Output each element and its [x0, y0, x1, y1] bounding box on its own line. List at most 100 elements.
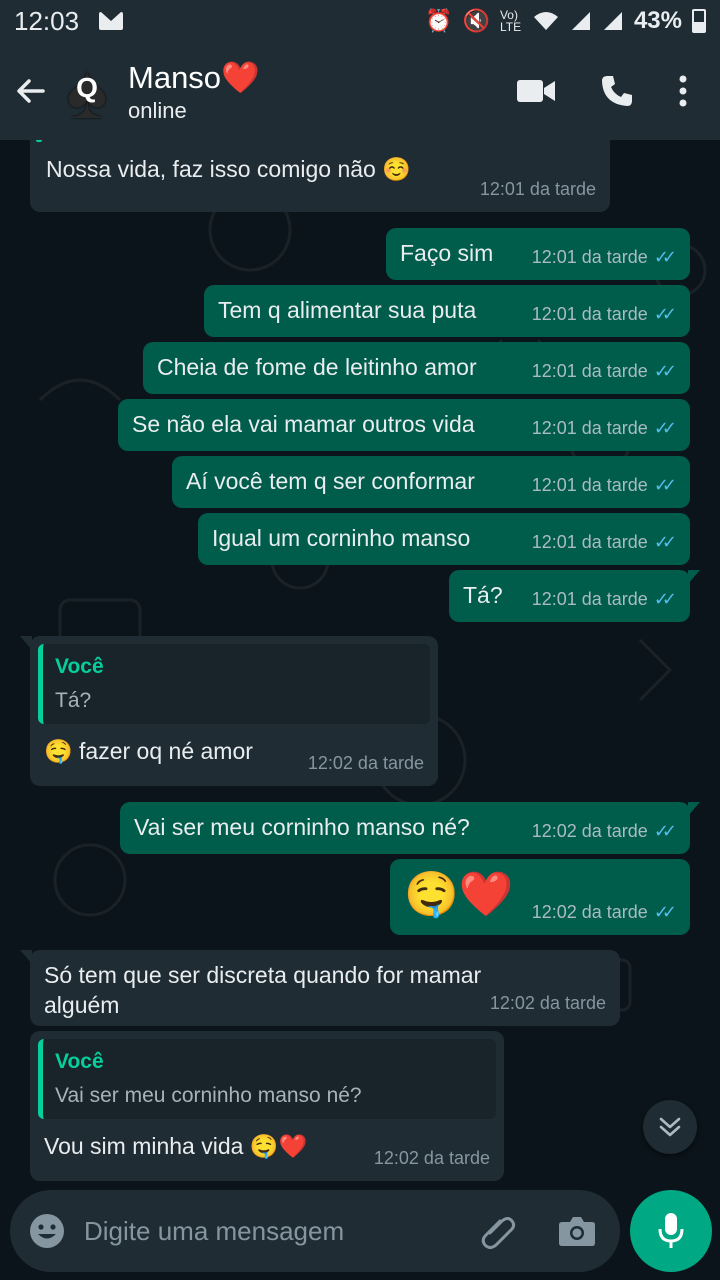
- camera-icon[interactable]: [558, 1215, 596, 1247]
- read-ticks-icon: ✓✓: [653, 821, 677, 841]
- contact-name: Manso❤️: [128, 59, 260, 95]
- back-button[interactable]: [6, 66, 56, 116]
- message-meta: 12:02 da tarde ✓✓: [531, 816, 677, 846]
- message-meta: 12:01 da tarde: [480, 174, 596, 204]
- mute-icon: 🔇: [462, 8, 490, 33]
- message-meta: 12:02 da tarde ✓✓: [531, 897, 677, 927]
- message-text: Tem q alimentar sua puta: [218, 297, 477, 323]
- message-time: 12:02 da tarde: [307, 753, 424, 773]
- chat-header: ♠ Q Manso❤️ online: [0, 42, 720, 140]
- message-text-line-1: Só tem que ser discreta quando for mamar: [44, 962, 482, 988]
- message-incoming[interactable]: Você Vai ser meu corninho manso né? Vou …: [30, 1031, 504, 1181]
- message-time: 12:02 da tarde: [373, 1148, 490, 1168]
- message-outgoing[interactable]: Se não ela vai mamar outros vida 12:01 d…: [118, 399, 690, 451]
- message-time: 12:02 da tarde: [531, 821, 648, 841]
- arrow-left-icon: [17, 79, 45, 103]
- chat-area[interactable]: Nossa vida, faz isso comigo não ☺️ 12:01…: [0, 140, 720, 1190]
- quote-text: Vai ser meu corninho manso né?: [55, 1084, 362, 1107]
- message-text: Igual um corninho manso: [212, 525, 471, 551]
- read-ticks-icon: ✓✓: [653, 589, 677, 609]
- message-meta: 12:01 da tarde ✓✓: [532, 527, 677, 557]
- message-outgoing[interactable]: Faço sim 12:01 da tarde ✓✓: [386, 228, 690, 280]
- more-vertical-icon[interactable]: [678, 75, 688, 107]
- message-meta: 12:01 da tarde ✓✓: [531, 299, 677, 329]
- message-input[interactable]: [84, 1215, 478, 1247]
- reply-quote[interactable]: Você Vai ser meu corninho manso né?: [38, 1039, 496, 1119]
- avatar-letter: Q: [76, 72, 98, 103]
- volte-icon: Vo) LTE: [499, 8, 522, 34]
- message-text: Faço sim: [400, 240, 494, 266]
- wifi-icon: [533, 12, 558, 30]
- microphone-icon: [658, 1213, 684, 1248]
- video-camera-icon[interactable]: [516, 77, 556, 105]
- message-meta: 12:01 da tarde ✓✓: [531, 356, 677, 386]
- message-meta: 12:01 da tarde ✓✓: [531, 584, 677, 614]
- message-incoming[interactable]: Você Tá? 🤤 fazer oq né amor 12:02 da tar…: [20, 636, 438, 786]
- contact-status: online: [128, 97, 187, 123]
- message-composer: [10, 1190, 620, 1272]
- message-outgoing[interactable]: Aí você tem q ser conformar 12:01 da tar…: [172, 456, 690, 508]
- message-time: 12:01 da tarde: [531, 475, 648, 495]
- message-meta: 12:02 da tarde: [308, 748, 424, 778]
- message-incoming[interactable]: Nossa vida, faz isso comigo não ☺️ 12:01…: [30, 140, 610, 212]
- quote-author: Você: [55, 1050, 104, 1073]
- read-ticks-icon: ✓✓: [653, 247, 677, 267]
- message-time: 12:01 da tarde: [531, 304, 648, 324]
- message-meta: 12:01 da tarde ✓✓: [531, 470, 677, 500]
- message-time: 12:01 da tarde: [531, 361, 648, 381]
- status-icons: ⏰ 🔇 Vo) LTE 43%: [425, 7, 706, 35]
- message-text: Nossa vida, faz isso comigo não ☺️: [46, 156, 411, 182]
- read-ticks-icon: ✓✓: [653, 475, 677, 495]
- read-ticks-icon: ✓✓: [653, 418, 677, 438]
- battery-percent: 43%: [633, 7, 682, 34]
- quote-bar: [36, 140, 42, 142]
- read-ticks-icon: ✓✓: [653, 304, 677, 324]
- message-meta: 12:02 da tarde: [374, 1143, 490, 1173]
- message-outgoing[interactable]: Tá? 12:01 da tarde ✓✓: [449, 570, 700, 622]
- double-chevron-down-icon: [659, 1117, 681, 1137]
- scroll-to-bottom-button[interactable]: [643, 1100, 697, 1154]
- contact-info[interactable]: Manso❤️ online: [128, 59, 260, 124]
- message-text: Vai ser meu corninho manso né?: [134, 814, 470, 840]
- message-meta: 12:01 da tarde ✓✓: [531, 413, 677, 443]
- message-outgoing[interactable]: 🤤❤️ 12:02 da tarde ✓✓: [390, 859, 690, 935]
- phone-icon[interactable]: [600, 74, 634, 108]
- quote-author: Você: [55, 655, 104, 678]
- message-outgoing[interactable]: Tem q alimentar sua puta 12:01 da tarde ✓…: [204, 285, 690, 337]
- composer-actions: [478, 1211, 596, 1251]
- signal-icon: [571, 12, 590, 30]
- message-outgoing[interactable]: Vai ser meu corninho manso né? 12:02 da …: [120, 802, 700, 854]
- message-time: 12:02 da tarde: [489, 993, 606, 1013]
- message-text: Cheia de fome de leitinho amor: [157, 354, 477, 380]
- message-time: 12:01 da tarde: [479, 179, 596, 199]
- status-bar: 12:03 ⏰ 🔇 Vo) LTE 43%: [0, 0, 720, 42]
- message-time: 12:01 da tarde: [531, 247, 648, 267]
- message-text: Tá?: [463, 582, 503, 608]
- message-meta: 12:02 da tarde: [490, 988, 606, 1018]
- mail-notification-icon: [99, 12, 124, 30]
- signal-icon-2: [603, 12, 622, 30]
- message-outgoing[interactable]: Cheia de fome de leitinho amor 12:01 da …: [143, 342, 690, 394]
- avatar[interactable]: ♠ Q: [50, 52, 124, 130]
- emoji-icon[interactable]: [28, 1212, 66, 1250]
- paperclip-icon[interactable]: [478, 1211, 518, 1251]
- battery-icon: [692, 9, 706, 33]
- alarm-icon: ⏰: [425, 8, 453, 33]
- header-actions: [516, 74, 688, 108]
- message-text: Aí você tem q ser conformar: [186, 468, 475, 494]
- read-ticks-icon: ✓✓: [653, 361, 677, 381]
- status-time: 12:03: [14, 5, 80, 36]
- message-time: 12:02 da tarde: [531, 902, 648, 922]
- message-meta: 12:01 da tarde ✓✓: [531, 242, 677, 272]
- quote-text: Tá?: [55, 689, 92, 712]
- reply-quote[interactable]: Você Tá?: [38, 644, 430, 724]
- message-time: 12:01 da tarde: [531, 418, 648, 438]
- message-text: 🤤❤️: [404, 870, 514, 919]
- message-text: Se não ela vai mamar outros vida: [132, 411, 475, 437]
- message-incoming[interactable]: Só tem que ser discreta quando for mamar…: [20, 950, 620, 1026]
- read-ticks-icon: ✓✓: [653, 532, 677, 552]
- message-time: 12:01 da tarde: [531, 589, 648, 609]
- message-outgoing[interactable]: Igual um corninho manso 12:01 da tarde ✓✓: [198, 513, 690, 565]
- voice-message-button[interactable]: [630, 1190, 712, 1272]
- read-ticks-icon: ✓✓: [653, 902, 677, 922]
